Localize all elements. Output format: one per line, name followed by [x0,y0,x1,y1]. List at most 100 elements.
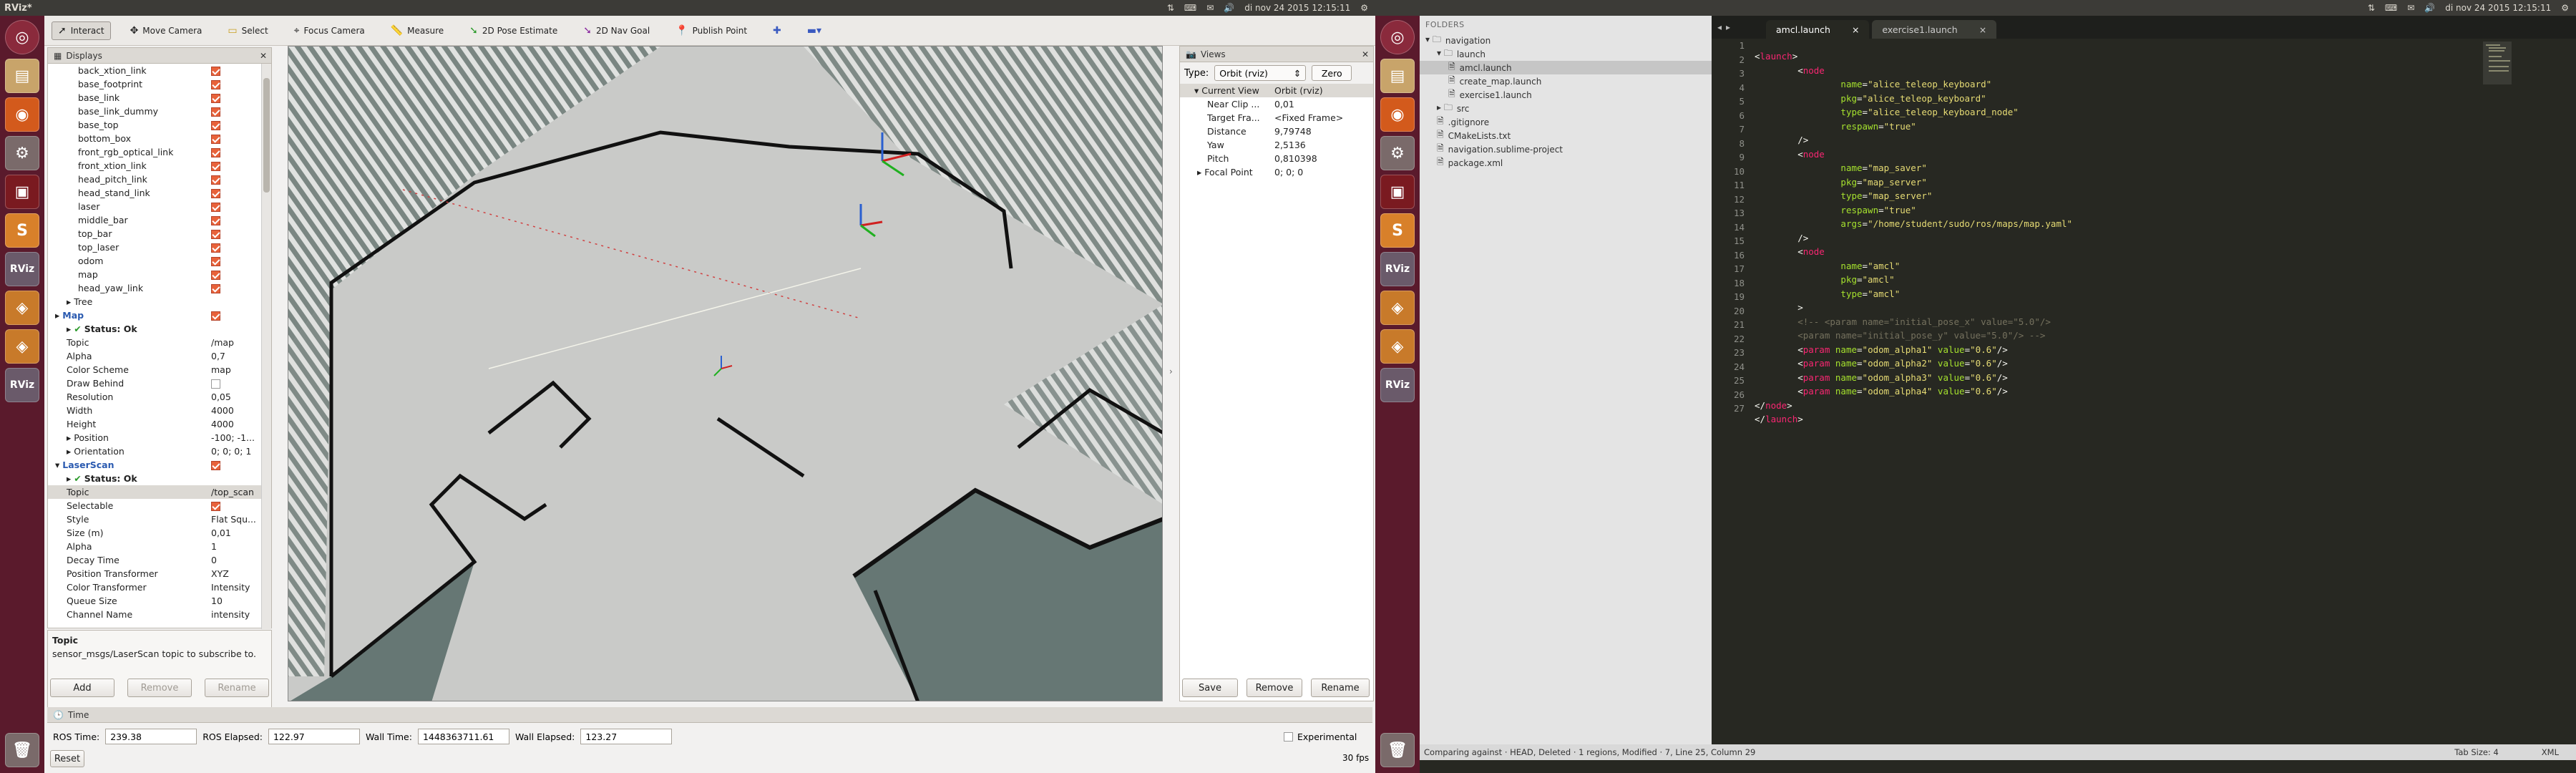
display-row[interactable]: Draw Behind [48,376,261,390]
folder-item[interactable]: ▾ 🗀 launch [1420,47,1712,61]
enable-checkbox[interactable] [211,257,220,266]
display-row[interactable]: Selectable [48,499,261,512]
firefox-icon[interactable]: ◉ [1380,97,1415,132]
clock[interactable]: di nov 24 2015 12:15:11 [1244,3,1350,13]
display-row[interactable]: ▸ Orientation 0; 0; 0; 1 [48,444,261,458]
volume-icon[interactable]: 🔊 [1224,3,1234,13]
folder-item[interactable]: ▾ 🗀 navigation [1420,34,1712,47]
terminal-icon[interactable]: ▣ [5,175,39,209]
property-value[interactable]: Flat Squ... [211,514,261,525]
display-row[interactable]: back_xtion_link [48,64,261,77]
property-value[interactable]: 0,7 [211,351,261,361]
property-value[interactable] [211,378,261,389]
folder-item[interactable]: ▸ 🗀 src [1420,102,1712,115]
mail-icon[interactable]: ✉ [1206,3,1214,13]
property-value[interactable]: Intensity [211,582,261,593]
expand-right-icon[interactable]: ▸ [67,446,74,457]
property-value[interactable]: 0; 0; 0; 1 [211,446,261,457]
expand-right-icon[interactable]: ▸ [67,296,74,307]
file-item[interactable]: 🗎 package.xml [1420,156,1712,170]
property-value[interactable]: 0,01 [211,528,261,538]
property-value[interactable]: map [211,364,261,375]
enable-checkbox[interactable] [211,502,220,511]
file-item[interactable]: 🗎 create_map.launch [1420,74,1712,88]
view-property-value[interactable]: 9,79748 [1274,126,1372,137]
tool-remove[interactable]: ▬▾ [801,21,828,40]
tool-interact[interactable]: ➚ Interact [52,21,111,40]
property-value[interactable] [211,79,261,89]
tool-focus-camera[interactable]: ⌖ Focus Camera [288,21,371,40]
property-value[interactable]: intensity [211,609,261,620]
enable-checkbox[interactable] [211,135,220,144]
property-value[interactable] [211,201,261,212]
experimental-option[interactable]: Experimental [1284,731,1357,742]
display-row[interactable]: Position Transformer XYZ [48,567,261,580]
gear-icon[interactable]: ⚙ [1360,3,1368,13]
view-property-row[interactable]: Near Clip ... 0,01 [1180,97,1373,111]
display-row[interactable]: Alpha 1 [48,540,261,553]
display-row[interactable]: odom [48,254,261,268]
sublime-icon[interactable]: S [1380,213,1415,248]
expand-right-icon[interactable]: ▸ [67,432,74,443]
display-row[interactable]: base_footprint [48,77,261,91]
expand-right-icon[interactable]: ▸ [67,473,74,484]
ros-elapsed-field[interactable]: 122.97 [268,729,360,744]
close-icon[interactable]: ✕ [1362,49,1369,59]
tool-2d-pose-estimate[interactable]: ➘ 2D Pose Estimate [463,21,564,40]
view-property-value[interactable]: 0,810398 [1274,153,1372,164]
wall-elapsed-field[interactable]: 123.27 [580,729,673,744]
package-icon[interactable]: ◈ [1380,329,1415,364]
display-row[interactable]: ▸ ✔ Status: Ok [48,322,261,336]
terminal-icon[interactable]: ▣ [1380,175,1415,209]
display-row[interactable]: ▾ LaserScan [48,458,261,472]
expand-down-icon[interactable]: ▾ [1194,85,1201,96]
enable-checkbox[interactable] [211,175,220,185]
zero-button[interactable]: Zero [1312,65,1352,81]
firefox-icon[interactable]: ◉ [5,97,39,132]
file-item[interactable]: 🗎 exercise1.launch [1420,88,1712,102]
chevron-left-icon[interactable]: ◂ [1717,22,1722,32]
enable-checkbox[interactable] [211,216,220,225]
property-value[interactable]: 4000 [211,405,261,416]
property-value[interactable]: 0,05 [211,392,261,402]
display-row[interactable]: Height 4000 [48,417,261,431]
dash-icon[interactable]: ◎ [1380,20,1415,54]
property-value[interactable] [211,500,261,511]
display-row[interactable]: head_pitch_link [48,172,261,186]
close-icon[interactable]: ✕ [260,51,267,61]
package-icon[interactable]: ◈ [5,329,39,364]
view-property-row[interactable]: Target Fra... <Fixed Frame> [1180,111,1373,125]
enable-checkbox[interactable] [211,80,220,89]
keyboard-icon[interactable]: ⌨ [2385,3,2397,13]
property-value[interactable]: /map [211,337,261,348]
add-button[interactable]: Add [50,679,114,697]
property-value[interactable] [211,242,261,253]
display-row[interactable]: ▸ Tree [48,295,261,308]
file-item[interactable]: 🗎 amcl.launch [1420,61,1712,74]
view-property-row[interactable]: Pitch 0,810398 [1180,152,1373,165]
enable-checkbox[interactable] [211,230,220,239]
display-row[interactable]: Color Transformer Intensity [48,580,261,594]
trash-icon[interactable]: 🗑 [1380,733,1415,767]
chevron-right-icon[interactable]: ▸ [1726,22,1730,32]
file-item[interactable]: 🗎 navigation.sublime-project [1420,142,1712,156]
display-row[interactable]: base_top [48,118,261,132]
3d-viewport[interactable] [288,46,1163,701]
view-property-value[interactable]: 0; 0; 0 [1274,167,1372,178]
property-value[interactable] [211,147,261,157]
expand-down-icon[interactable]: ▾ [55,460,62,470]
ros-time-field[interactable]: 239.38 [105,729,197,744]
enable-checkbox[interactable] [211,67,220,76]
keyboard-icon[interactable]: ⌨ [1184,3,1196,13]
rename-button[interactable]: Rename [205,679,269,697]
property-value[interactable] [211,174,261,185]
reset-button[interactable]: Reset [50,750,84,767]
property-value[interactable] [211,160,261,171]
display-row[interactable]: Size (m) 0,01 [48,526,261,540]
property-value[interactable]: /top_scan [211,487,261,497]
view-property-row[interactable]: Yaw 2,5136 [1180,138,1373,152]
property-value[interactable] [211,310,261,321]
view-property-value[interactable]: 0,01 [1274,99,1372,110]
display-row[interactable]: top_laser [48,240,261,254]
enable-checkbox[interactable] [211,121,220,130]
